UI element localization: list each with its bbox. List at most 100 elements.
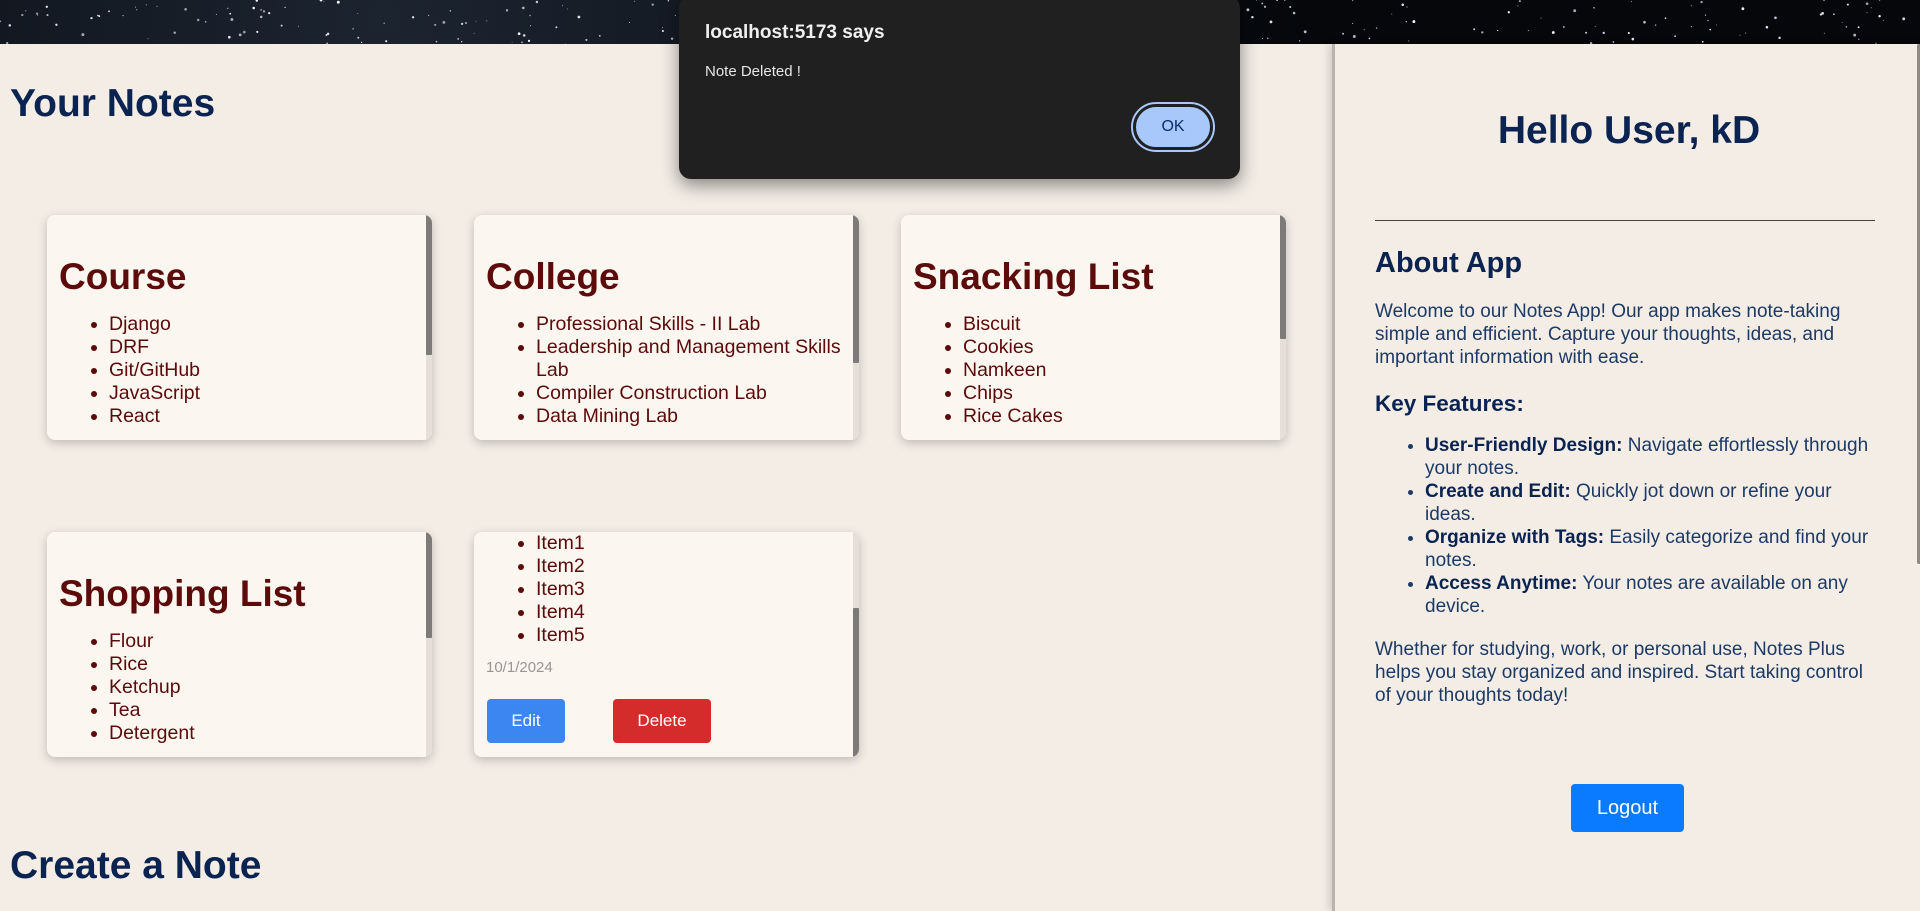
page-scrollbar[interactable] (1916, 44, 1920, 911)
star (1700, 0, 1703, 4)
star (411, 16, 415, 19)
star (1284, 0, 1286, 1)
star (262, 10, 266, 13)
closing-text: Whether for studying, work, or personal … (1375, 639, 1863, 706)
star (184, 8, 187, 11)
star (1878, 15, 1881, 18)
star (1375, 27, 1378, 29)
star (81, 33, 85, 37)
star (1585, 31, 1588, 34)
card-scrollbar[interactable] (853, 532, 859, 757)
star (457, 37, 460, 40)
star (1853, 33, 1857, 37)
user-panel: Hello User, kD About App Welcome to our … (1332, 44, 1920, 911)
star (238, 33, 242, 37)
star (259, 15, 263, 19)
ok-button[interactable]: OK (1131, 102, 1215, 152)
note-item: Ketchup (109, 676, 420, 699)
star (228, 35, 231, 39)
star (97, 14, 99, 17)
note-item: Rice Cakes (963, 405, 1274, 428)
star (464, 21, 468, 25)
star (461, 41, 463, 43)
star (1363, 29, 1365, 31)
star (1269, 20, 1273, 24)
star (1612, 41, 1615, 43)
greeting-heading: Hello User, kD (1497, 109, 1761, 152)
star (90, 16, 93, 20)
star (229, 12, 232, 15)
dialog-title: localhost:5173 says (705, 22, 885, 43)
star (522, 34, 526, 37)
star (1690, 26, 1692, 28)
feature-item: Access Anytime: Your notes are available… (1425, 572, 1880, 618)
note-title: Course (59, 256, 187, 297)
star (25, 10, 27, 12)
star (385, 40, 388, 43)
star (1709, 28, 1711, 31)
features-list: User-Friendly Design: Navigate effortles… (1375, 434, 1880, 618)
edit-button[interactable]: Edit (487, 699, 565, 743)
star (46, 14, 49, 17)
star (1412, 20, 1416, 24)
note-card-items[interactable]: Item1 Item2 Item3 Item4 Item5 10/1/2024 … (474, 532, 859, 757)
star (567, 8, 568, 10)
star (1701, 40, 1704, 43)
star (1562, 26, 1565, 28)
star (1664, 17, 1667, 20)
delete-button[interactable]: Delete (613, 699, 711, 743)
logout-button[interactable]: Logout (1571, 784, 1684, 832)
star (383, 22, 385, 24)
features-title: Key Features: (1375, 391, 1524, 416)
star (1518, 0, 1521, 3)
star (1902, 17, 1906, 21)
note-item: Tea (109, 699, 420, 722)
note-card-course[interactable]: Course Django DRF Git/GitHub JavaScript … (47, 215, 432, 440)
star (1292, 11, 1296, 15)
star (460, 22, 464, 26)
star (529, 14, 531, 17)
star (55, 23, 58, 26)
star (122, 14, 124, 17)
star (1289, 5, 1292, 9)
star (268, 11, 271, 15)
star (1704, 14, 1707, 16)
star (1841, 22, 1843, 24)
card-scrollbar[interactable] (853, 215, 859, 440)
star (1391, 13, 1393, 15)
star (1473, 28, 1476, 31)
star (1870, 7, 1872, 9)
star (136, 9, 138, 11)
star (1405, 21, 1407, 23)
note-item: Item2 (536, 555, 847, 578)
note-title: Snacking List (913, 256, 1154, 297)
card-scrollbar[interactable] (426, 532, 432, 757)
note-card-shopping[interactable]: Shopping List Flour Rice Ketchup Tea Det… (47, 532, 432, 757)
note-item: DRF (109, 336, 420, 359)
star (323, 1, 325, 3)
star (1739, 34, 1741, 36)
star (1631, 37, 1635, 41)
note-item: Namkeen (963, 359, 1274, 382)
star (1883, 19, 1885, 21)
note-item: Biscuit (963, 313, 1274, 336)
star (319, 0, 323, 2)
your-notes-heading: Your Notes (10, 82, 216, 125)
star (280, 24, 283, 27)
note-card-college[interactable]: College Professional Skills - II Lab Lea… (474, 215, 859, 440)
note-title: Shopping List (59, 573, 306, 614)
card-scrollbar[interactable] (1280, 215, 1286, 440)
star (449, 9, 452, 12)
star (360, 41, 363, 44)
star (357, 12, 359, 14)
star (1299, 40, 1301, 42)
star (1602, 31, 1605, 35)
note-card-snacking[interactable]: Snacking List Biscuit Cookies Namkeen Ch… (901, 215, 1286, 440)
star (1517, 5, 1519, 7)
star (242, 30, 246, 34)
star (505, 9, 509, 12)
note-item: React (109, 405, 420, 428)
note-item: JavaScript (109, 382, 420, 405)
card-scrollbar[interactable] (426, 215, 432, 440)
star (555, 26, 558, 29)
